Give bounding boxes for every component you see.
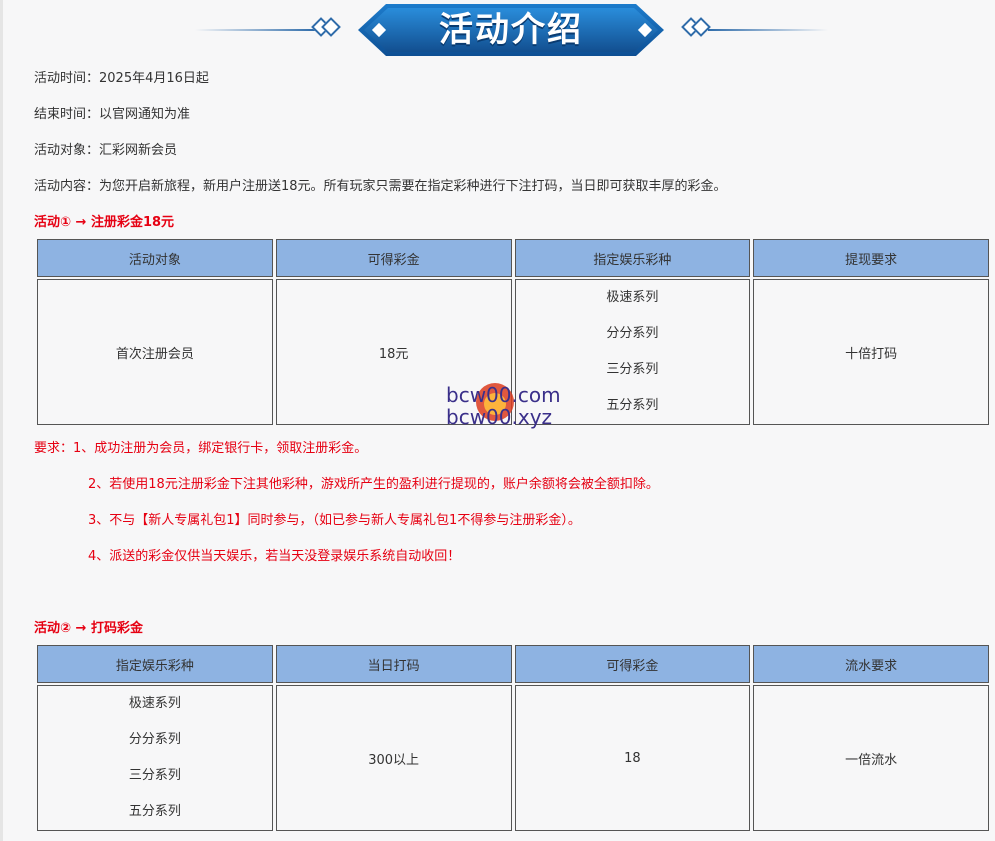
activity-banner: 活动介绍 xyxy=(0,0,995,60)
withdraw-cell: 十倍打码 xyxy=(753,279,989,425)
left-border xyxy=(0,0,3,841)
table-header-cell: 提现要求 xyxy=(753,239,989,277)
requirement-4: 4、派送的彩金仅供当天娱乐，若当天没登录娱乐系统自动收回！ xyxy=(88,549,461,564)
table-header-cell: 可得彩金 xyxy=(275,239,512,277)
banner-line-left xyxy=(195,29,315,31)
series-item: 分分系列 xyxy=(606,326,659,341)
table-header-cell: 流水要求 xyxy=(753,645,989,683)
target-cell: 首次注册会员 xyxy=(37,279,273,425)
series-item: 极速系列 xyxy=(128,696,181,711)
banner-title: 活动介绍 xyxy=(439,10,583,50)
activity2-heading: 活动② → 打码彩金 xyxy=(34,621,143,636)
activity1-heading: 活动① → 注册彩金18元 xyxy=(34,215,175,230)
table-header-cell: 当日打码 xyxy=(275,645,512,683)
series-item: 三分系列 xyxy=(128,768,181,783)
info-activity-time: 活动时间：2025年4月16日起 xyxy=(34,71,209,86)
flow-cell: 一倍流水 xyxy=(753,685,989,831)
table-header-cell: 指定娱乐彩种 xyxy=(514,239,751,277)
series-item: 五分系列 xyxy=(128,804,181,819)
bonus-cell: 18 xyxy=(514,685,751,831)
table-row: 极速系列 分分系列 三分系列 五分系列 300以上 18 一倍流水 xyxy=(37,685,989,831)
series-item: 分分系列 xyxy=(128,732,181,747)
activity2-table: 指定娱乐彩种 当日打码 可得彩金 流水要求 极速系列 分分系列 三分系列 五分系… xyxy=(34,643,992,833)
requirement-1: 要求：1、成功注册为会员，绑定银行卡，领取注册彩金。 xyxy=(34,441,368,456)
table-header-cell: 活动对象 xyxy=(37,239,273,277)
info-content: 活动内容：为您开启新旅程，新用户注册送18元。所有玩家只需要在指定彩种进行下注打… xyxy=(34,179,727,194)
watermark: bcw00.com bcw00.xyz xyxy=(446,383,566,429)
series-item: 极速系列 xyxy=(606,290,659,305)
banner-line-right xyxy=(708,29,828,31)
table-header-row: 指定娱乐彩种 当日打码 可得彩金 流水要求 xyxy=(37,645,989,683)
watermark-text-2: bcw00.xyz xyxy=(446,405,553,429)
table-header-row: 活动对象 可得彩金 指定娱乐彩种 提现要求 xyxy=(37,239,989,277)
betting-cell: 300以上 xyxy=(275,685,512,831)
watermark-text-1: bcw00.com xyxy=(446,383,561,407)
series-cell: 极速系列 分分系列 三分系列 五分系列 xyxy=(37,685,273,831)
requirement-3: 3、不与【新人专属礼包1】同时参与，（如已参与新人专属礼包1不得参与注册彩金）。 xyxy=(88,513,581,528)
requirement-2: 2、若使用18元注册彩金下注其他彩种，游戏所产生的盈利进行提现的，账户余额将会被… xyxy=(88,477,659,492)
info-end-time: 结束时间：以官网通知为准 xyxy=(34,107,191,122)
table-header-cell: 可得彩金 xyxy=(514,645,751,683)
info-target: 活动对象：汇彩网新会员 xyxy=(34,143,178,158)
table-header-cell: 指定娱乐彩种 xyxy=(37,645,273,683)
